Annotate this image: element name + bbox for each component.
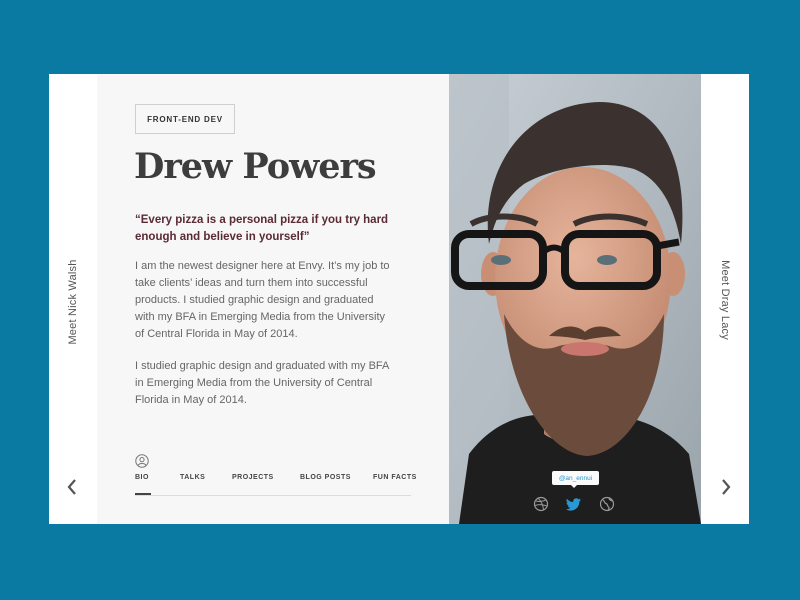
prev-profile-panel[interactable]: Meet Nick Walsh	[49, 74, 97, 524]
tab-blog-posts[interactable]: BLOG POSTS	[300, 474, 351, 481]
globe-icon[interactable]	[599, 496, 615, 512]
profile-card: Meet Nick Walsh FRONT-END DEV Drew Power…	[49, 74, 749, 524]
tab-fun-facts[interactable]: FUN FACTS	[373, 474, 417, 481]
user-icon	[135, 454, 149, 468]
profile-photo: @an_ennui	[449, 74, 701, 524]
profile-name: Drew Powers	[134, 146, 377, 187]
next-profile-label[interactable]: Meet Dray Lacy	[719, 260, 731, 340]
prev-profile-label[interactable]: Meet Nick Walsh	[67, 259, 79, 344]
twitter-icon[interactable]	[566, 496, 582, 512]
tooltip-arrow	[570, 484, 578, 488]
social-tooltip: @an_ennui	[552, 471, 599, 485]
portrait-image	[449, 74, 701, 524]
tab-projects[interactable]: PROJECTS	[232, 474, 274, 481]
chevron-right-icon[interactable]	[720, 477, 732, 497]
role-badge: FRONT-END DEV	[135, 104, 235, 134]
profile-tabs: BIO TALKS PROJECTS BLOG POSTS FUN FACTS	[135, 472, 416, 496]
profile-quote: “Every pizza is a personal pizza if you …	[135, 214, 389, 243]
bio-paragraph: I studied graphic design and graduated w…	[135, 360, 389, 406]
chevron-left-icon[interactable]	[66, 477, 78, 497]
bio-paragraph: I am the newest designer here at Envy. I…	[135, 260, 390, 340]
dribbble-icon[interactable]	[533, 496, 549, 512]
active-tab-indicator	[135, 493, 151, 495]
tab-talks[interactable]: TALKS	[180, 474, 205, 481]
tab-bio[interactable]: BIO	[135, 474, 149, 481]
profile-content: FRONT-END DEV Drew Powers “Every pizza i…	[97, 74, 449, 524]
next-profile-panel[interactable]: Meet Dray Lacy	[701, 74, 749, 524]
